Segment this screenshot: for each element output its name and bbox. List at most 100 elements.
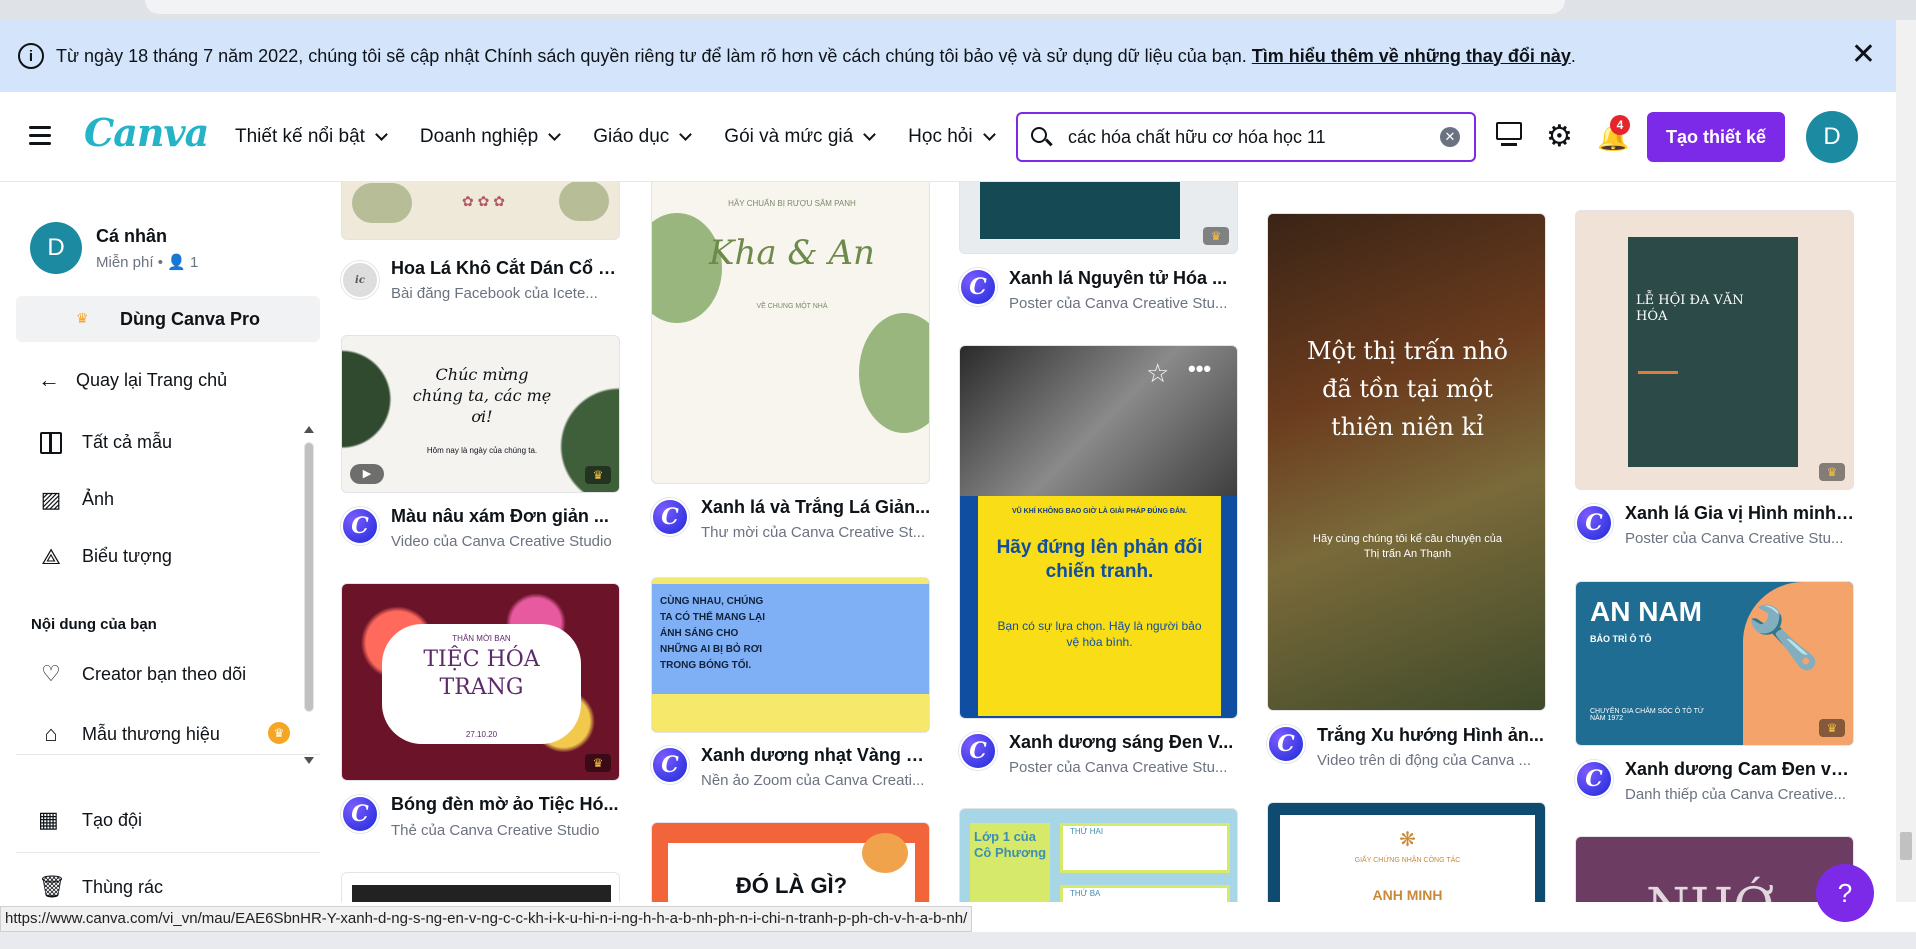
canva-logo[interactable]: Canva	[84, 110, 209, 155]
template-title[interactable]: Xanh lá Gia vị Hình minh ...	[1625, 503, 1855, 524]
template-thumbnail[interactable]: Chúc mừng chúng ta, các mẹ ơi! Hôm nay l…	[341, 335, 620, 493]
template-title[interactable]: Xanh dương sáng Đen V...	[1009, 732, 1239, 753]
template-thumbnail[interactable]: ❋ GIẤY CHỨNG NHẬN CÔNG TÁC ANH MINH	[1267, 802, 1546, 902]
profile-block[interactable]: D Cá nhân Miễn phí • 👤 1	[30, 222, 198, 274]
your-content-nav: ♡ Creator bạn theo dõi ⌂ Mẫu thương hiệu	[38, 644, 298, 764]
avatar[interactable]: D	[1806, 111, 1858, 163]
page-scrollbar[interactable]	[1896, 20, 1916, 902]
thumbnail-text: Chúc mừng chúng ta, các mẹ ơi!	[412, 365, 552, 426]
help-button[interactable]: ?	[1816, 864, 1874, 922]
clear-search-icon[interactable]: ✕	[1440, 127, 1460, 147]
privacy-banner: i Từ ngày 18 tháng 7 năm 2022, chúng tôi…	[0, 20, 1896, 92]
creator-avatar[interactable]: C	[1575, 760, 1613, 798]
scroll-thumb[interactable]	[304, 442, 314, 712]
sidebar-item-create-team[interactable]: ▦ Tạo đội	[38, 807, 142, 833]
template-thumbnail[interactable]: ♛	[959, 182, 1238, 254]
creator-avatar[interactable]: ic	[341, 261, 379, 299]
close-icon[interactable]: ✕	[1851, 40, 1876, 70]
creator-avatar[interactable]: C	[651, 498, 689, 536]
template-subtitle: Danh thiếp của Canva Creative...	[1625, 786, 1846, 803]
status-url: https://www.canva.com/vi_vn/mau/EAE6SbnH…	[0, 906, 973, 932]
template-thumbnail[interactable]: AN NAM BẢO TRÌ Ô TÔ CHUYÊN GIA CHĂM SÓC …	[1575, 581, 1854, 746]
template-thumbnail[interactable]: ĐÓ LÀ GÌ?	[651, 822, 930, 902]
crown-icon: ♛	[76, 310, 89, 326]
crown-icon: ♛	[1819, 719, 1845, 737]
nav-featured[interactable]: Thiết kế nổi bật	[235, 126, 388, 148]
creator-avatar[interactable]: C	[959, 268, 997, 306]
sidebar: D Cá nhân Miễn phí • 👤 1 ♛ Dùng Canva Pr…	[0, 182, 326, 902]
creator-avatar[interactable]: C	[1575, 504, 1613, 542]
hamburger-menu-icon[interactable]	[29, 126, 51, 145]
thumbnail-text: VỀ CHUNG MỘT NHÀ	[756, 303, 828, 310]
sidebar-item-label: Biểu tượng	[82, 546, 172, 566]
template-thumbnail[interactable]: Lớp 1 của Cô Phương THỨ HAI THỨ BA	[959, 808, 1238, 902]
template-thumbnail[interactable]: LỄ HỘI ĐA VĂN HÓA ♛	[1575, 210, 1854, 490]
scroll-up-icon[interactable]	[304, 426, 314, 433]
thumbnail-text: THỨ HAI	[1070, 827, 1104, 836]
template-thumbnail[interactable]	[341, 872, 620, 902]
sidebar-item-photos[interactable]: ▨ Ảnh	[38, 471, 288, 528]
template-title[interactable]: Bóng đèn mờ ảo Tiệc Hó...	[391, 794, 621, 815]
creator-avatar[interactable]: C	[1267, 725, 1305, 763]
sidebar-item-templates[interactable]: Tất cả mẫu	[38, 414, 288, 471]
thumbnail-text: Bạn có sự lựa chọn. Hãy là người bảo vệ …	[997, 619, 1202, 649]
search-box: ✕	[1016, 112, 1476, 162]
template-thumbnail[interactable]: Một thị trấn nhỏ đã tồn tại một thiên ni…	[1267, 213, 1546, 711]
sidebar-item-trash[interactable]: 🗑 Thùng rác	[38, 874, 163, 900]
thumbnail-text: 27.10.20	[465, 730, 498, 739]
template-thumbnail[interactable]: ✿ ✿ ✿	[341, 182, 620, 240]
template-title[interactable]: Hoa Lá Khô Cắt Dán Cổ Đ...	[391, 258, 621, 279]
template-title[interactable]: Xanh dương Cam Đen và...	[1625, 759, 1855, 780]
banner-learn-more-link[interactable]: Tìm hiểu thêm về những thay đổi này	[1252, 46, 1571, 66]
browser-toolbar	[0, 0, 1916, 20]
scroll-thumb[interactable]	[1900, 832, 1912, 860]
thumbnail-text: CHUYÊN GIA CHĂM SÓC Ô TÔ TỪ NĂM 1972	[1590, 708, 1704, 722]
nav-learn[interactable]: Học hỏi	[908, 126, 996, 148]
search-input[interactable]	[1068, 126, 1438, 148]
template-subtitle: Thẻ của Canva Creative Studio	[391, 822, 600, 839]
canva-pro-button[interactable]: ♛ Dùng Canva Pro	[16, 296, 320, 342]
creator-avatar[interactable]: C	[341, 795, 379, 833]
sidebar-item-creators[interactable]: ♡ Creator bạn theo dõi	[38, 644, 298, 704]
template-thumbnail[interactable]: CÙNG NHAU, CHÚNG TA CÓ THỂ MANG LẠI ÁNH …	[651, 577, 930, 733]
template-grid: ✿ ✿ ✿ ic Hoa Lá Khô Cắt Dán Cổ Đ... Bài …	[326, 182, 1896, 902]
creator-avatar[interactable]: C	[959, 732, 997, 770]
create-design-button[interactable]: Tạo thiết kế	[1647, 112, 1785, 162]
thumbnail-text: GIẤY CHỨNG NHẬN CÔNG TÁC	[1354, 857, 1461, 864]
flower-icon: ✿ ✿ ✿	[462, 193, 505, 209]
address-bar[interactable]	[145, 0, 1565, 14]
nav-business[interactable]: Doanh nghiệp	[420, 126, 562, 148]
template-thumbnail[interactable]: THÂN MỜI BẠN TIỆC HÓA TRANG 27.10.20 ♛	[341, 583, 620, 781]
creator-avatar[interactable]: C	[651, 746, 689, 784]
template-title[interactable]: Xanh lá và Trắng Lá Giản...	[701, 497, 931, 518]
back-home-label: Quay lại Trang chủ	[76, 369, 228, 390]
trash-icon: 🗑	[38, 874, 66, 899]
nav-pricing[interactable]: Gói và mức giá	[724, 126, 877, 148]
template-thumbnail[interactable]: VŨ KHÍ KHÔNG BAO GIỜ LÀ GIẢI PHÁP ĐÚNG Đ…	[959, 345, 1238, 719]
back-home-link[interactable]: ← Quay lại Trang chủ	[38, 367, 227, 393]
more-options-icon[interactable]: •••	[1188, 356, 1211, 382]
chevron-down-icon	[679, 128, 693, 141]
banner-message: Từ ngày 18 tháng 7 năm 2022, chúng tôi s…	[56, 46, 1576, 67]
gear-icon[interactable]: ⚙	[1546, 122, 1576, 152]
template-thumbnail[interactable]: HÃY CHUẨN BỊ RƯỢU SÂM PANH Kha & An VỀ C…	[651, 182, 930, 484]
sidebar-scrollbar[interactable]	[300, 422, 316, 768]
star-icon[interactable]: ☆	[1146, 358, 1169, 389]
template-subtitle: Poster của Canva Creative Stu...	[1009, 295, 1228, 312]
scroll-down-icon[interactable]	[304, 757, 314, 764]
create-team-label: Tạo đội	[82, 809, 143, 830]
thumbnail-text: Hôm nay là ngày của chúng ta.	[426, 446, 538, 455]
template-thumbnail[interactable]: NHỚ	[1575, 836, 1854, 902]
sidebar-item-brand-templates[interactable]: ⌂ Mẫu thương hiệu	[38, 704, 298, 764]
nav-education[interactable]: Giáo dục	[593, 126, 693, 148]
creator-avatar[interactable]: C	[341, 507, 379, 545]
crown-icon: ♛	[268, 722, 290, 744]
template-title[interactable]: Trắng Xu hướng Hình ản...	[1317, 725, 1547, 746]
template-title[interactable]: Màu nâu xám Đơn giản ...	[391, 506, 621, 527]
sidebar-item-icons[interactable]: ⟁ Biểu tượng	[38, 528, 288, 585]
thumbnail-text: TIỆC HÓA TRANG	[423, 647, 540, 700]
template-title[interactable]: Xanh dương nhạt Vàng n...	[701, 745, 931, 766]
desktop-app-icon[interactable]	[1496, 122, 1526, 152]
template-title[interactable]: Xanh lá Nguyên tử Hóa ...	[1009, 268, 1239, 289]
thumbnail-text: AN NAM	[1590, 596, 1702, 627]
